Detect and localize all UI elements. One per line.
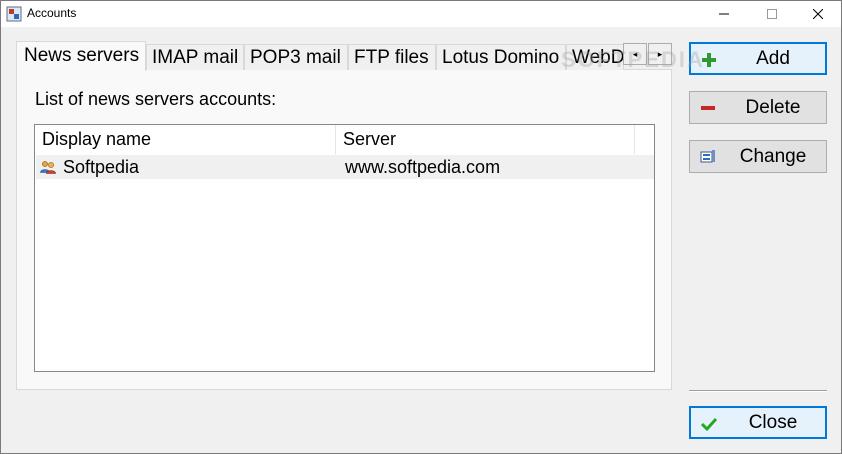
close-button[interactable]: Close <box>689 406 827 439</box>
tab-label: News servers <box>24 45 140 66</box>
minus-icon <box>701 106 715 110</box>
tab-news-servers[interactable]: News servers <box>16 41 146 71</box>
delete-button-label: Delete <box>745 96 801 118</box>
close-icon <box>813 9 823 19</box>
checkmark-icon <box>701 417 717 432</box>
minimize-icon <box>719 13 729 15</box>
cell-server: www.softpedia.com <box>345 157 501 177</box>
accounts-list[interactable]: Display name Server Softpedia www.softpe… <box>34 124 655 372</box>
delete-button[interactable]: Delete <box>689 91 827 124</box>
change-button-label: Change <box>739 145 807 167</box>
close-window-button[interactable] <box>795 1 841 27</box>
chevron-right-icon: ▸ <box>657 48 663 59</box>
tab-label: IMAP mail <box>152 47 239 68</box>
list-header: Display name Server <box>35 125 635 154</box>
tab-label: Lotus Domino <box>442 47 560 68</box>
tab-imap-mail[interactable]: IMAP mail <box>146 44 244 70</box>
cell-display-name: Softpedia <box>63 157 140 177</box>
window-title: Accounts <box>27 6 77 20</box>
accounts-window: Accounts News servers IMAP mail POP3 mai… <box>0 0 842 454</box>
edit-properties-icon <box>700 150 715 163</box>
change-button[interactable]: Change <box>689 140 827 173</box>
maximize-icon <box>767 9 777 19</box>
add-button-label: Add <box>756 47 790 69</box>
tab-label: POP3 mail <box>250 47 341 68</box>
tab-webdav[interactable]: WebD <box>566 44 624 70</box>
column-header-display-name[interactable]: Display name <box>35 125 336 154</box>
add-button[interactable]: Add <box>689 42 827 75</box>
list-item[interactable]: Softpedia www.softpedia.com <box>36 155 654 179</box>
tab-scroll-left-button[interactable]: ◂ <box>623 43 647 65</box>
tab-lotus-domino[interactable]: Lotus Domino <box>436 44 566 70</box>
minimize-button[interactable] <box>701 1 747 27</box>
title-bar[interactable]: Accounts <box>1 1 841 27</box>
app-icon <box>6 6 22 22</box>
tab-label: FTP files <box>354 47 429 68</box>
column-header-server[interactable]: Server <box>336 125 635 154</box>
users-icon <box>40 161 56 174</box>
maximize-button[interactable] <box>749 1 795 27</box>
plus-icon <box>702 53 716 67</box>
tab-pop3-mail[interactable]: POP3 mail <box>244 44 348 70</box>
button-separator <box>689 390 827 392</box>
list-label: List of news servers accounts: <box>35 89 277 109</box>
close-button-label: Close <box>748 411 798 433</box>
tab-label: WebD <box>572 47 624 68</box>
tab-ftp-files[interactable]: FTP files <box>348 44 436 70</box>
chevron-left-icon: ◂ <box>632 48 638 59</box>
tab-scroll-right-button[interactable]: ▸ <box>648 43 672 65</box>
